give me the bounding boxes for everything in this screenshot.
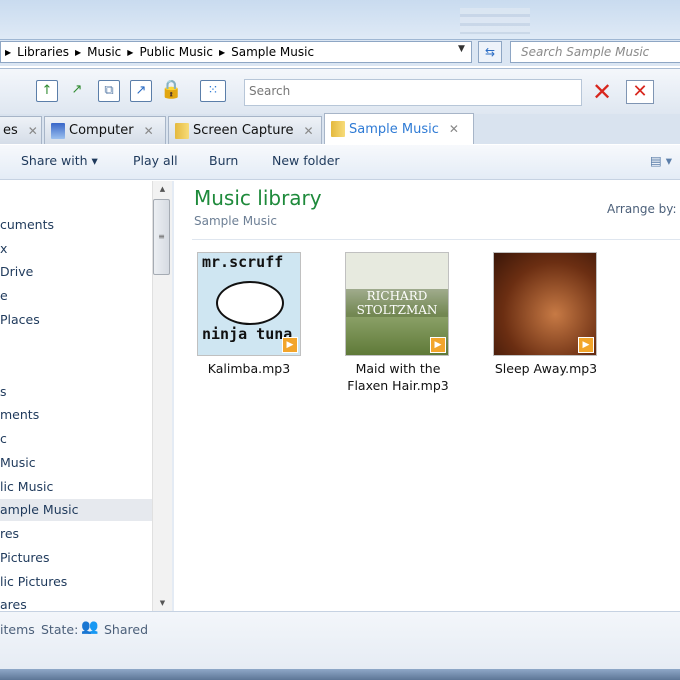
chevron-right-icon: ▶ — [127, 47, 134, 57]
nav-item[interactable]: Drive — [0, 261, 152, 283]
file-name[interactable]: Sleep Away.mp3 — [476, 360, 616, 377]
change-view-icon[interactable]: ▤ ▾ — [650, 153, 672, 168]
breadcrumb-libraries[interactable]: Libraries — [17, 45, 69, 59]
album-art-sleep-away[interactable]: ▶ — [493, 252, 597, 356]
chevron-right-icon: ▶ — [74, 47, 82, 57]
view-options-icon[interactable]: ⁙ — [200, 80, 226, 102]
address-dropdown-icon[interactable]: ▼ — [458, 44, 465, 54]
tab-label: Computer — [69, 123, 134, 138]
scrollbar-thumb[interactable]: ≡ — [153, 199, 170, 275]
breadcrumb[interactable]: ▶ Libraries ▶ Music ▶ Public Music ▶ Sam… — [0, 41, 472, 63]
state-value: Shared — [104, 622, 149, 637]
shortcut-icon[interactable]: ↗ — [66, 80, 88, 102]
close-tab-icon[interactable]: ✕ — [626, 80, 654, 104]
copy-window-icon[interactable]: ⧉ — [98, 80, 120, 102]
divider — [192, 239, 680, 240]
breadcrumb-sample-music[interactable]: Sample Music — [231, 45, 314, 59]
scroll-down-icon[interactable]: ▼ — [153, 599, 172, 607]
taskbar-edge — [0, 669, 680, 680]
chevron-right-icon: ▶ — [218, 47, 226, 57]
close-icon[interactable]: ✕ — [144, 124, 154, 138]
nav-item[interactable]: Pictures — [0, 547, 152, 569]
computer-icon — [51, 122, 65, 139]
close-icon[interactable]: ✕ — [304, 124, 314, 138]
art-text: RICHARD STOLTZMAN — [346, 289, 448, 317]
state-label: State: — [41, 622, 79, 637]
up-folder-icon[interactable]: ↑ — [36, 80, 58, 102]
breadcrumb-public-music[interactable]: Public Music — [139, 45, 212, 59]
new-window-icon[interactable]: ↗ — [130, 80, 152, 102]
library-subtitle: Sample Music — [194, 214, 277, 228]
lock-icon[interactable]: 🔒 — [160, 80, 182, 102]
share-with-button[interactable]: Share with ▾ — [21, 153, 98, 168]
search-input[interactable]: Search Sample Music — [510, 41, 680, 63]
tab-libraries[interactable]: es ✕ — [0, 116, 42, 144]
tab-screen-capture[interactable]: Screen Capture ✕ — [168, 116, 322, 144]
tab-label: Screen Capture — [193, 123, 294, 138]
scroll-up-icon[interactable]: ▲ — [153, 185, 172, 193]
nav-item[interactable]: Music — [0, 452, 152, 474]
nav-item[interactable]: cuments — [0, 214, 152, 236]
nav-item[interactable]: x — [0, 238, 152, 260]
album-art-kalimba[interactable]: mr.scruff ninja tuna ▶ — [197, 252, 301, 356]
close-all-icon[interactable]: ✕ — [592, 78, 612, 106]
close-icon[interactable]: ✕ — [28, 124, 38, 138]
toolbar-search-input[interactable]: Search — [244, 79, 582, 106]
navigation-pane: cuments x Drive e Places s ments c Music… — [0, 181, 152, 612]
folder-icon — [331, 121, 345, 137]
nav-item[interactable]: lic Music — [0, 476, 152, 498]
nav-item[interactable]: res — [0, 523, 152, 545]
tab-sample-music[interactable]: Sample Music ✕ — [324, 113, 474, 144]
refresh-button[interactable]: ⇆ — [478, 41, 502, 63]
shared-users-icon: 👥 — [81, 619, 99, 635]
album-art-maid[interactable]: RICHARD STOLTZMAN ▶ — [345, 252, 449, 356]
item-count: items — [0, 622, 35, 637]
details-pane: items State: 👥 Shared — [0, 611, 680, 669]
background-document — [460, 8, 530, 34]
folder-icon — [175, 122, 189, 139]
nav-item[interactable]: s — [0, 381, 152, 403]
nav-item[interactable]: lic Pictures — [0, 571, 152, 593]
play-badge-icon: ▶ — [578, 337, 594, 353]
tab-computer[interactable]: Computer ✕ — [44, 116, 166, 144]
arrange-by-button[interactable]: Arrange by: — [607, 202, 677, 216]
breadcrumb-music[interactable]: Music — [87, 45, 121, 59]
burn-button[interactable]: Burn — [209, 153, 238, 168]
nav-item[interactable]: c — [0, 428, 152, 450]
nav-item-selected[interactable]: ample Music — [0, 499, 152, 521]
play-badge-icon: ▶ — [430, 337, 446, 353]
nav-item[interactable]: e — [0, 285, 152, 307]
chevron-right-icon: ▶ — [5, 47, 12, 57]
nav-item[interactable]: Places — [0, 309, 152, 331]
new-folder-button[interactable]: New folder — [272, 153, 340, 168]
tab-label: es — [3, 123, 18, 138]
file-name[interactable]: Kalimba.mp3 — [179, 360, 319, 377]
close-icon[interactable]: ✕ — [449, 122, 459, 136]
window-background — [0, 0, 680, 40]
file-name[interactable]: Maid with the Flaxen Hair.mp3 — [328, 360, 468, 394]
command-bar — [0, 144, 680, 180]
library-title: Music library — [194, 186, 322, 210]
nav-item[interactable]: ments — [0, 404, 152, 426]
play-all-button[interactable]: Play all — [133, 153, 178, 168]
play-badge-icon: ▶ — [282, 337, 298, 353]
content-pane — [174, 181, 680, 611]
tab-label: Sample Music — [349, 121, 439, 137]
